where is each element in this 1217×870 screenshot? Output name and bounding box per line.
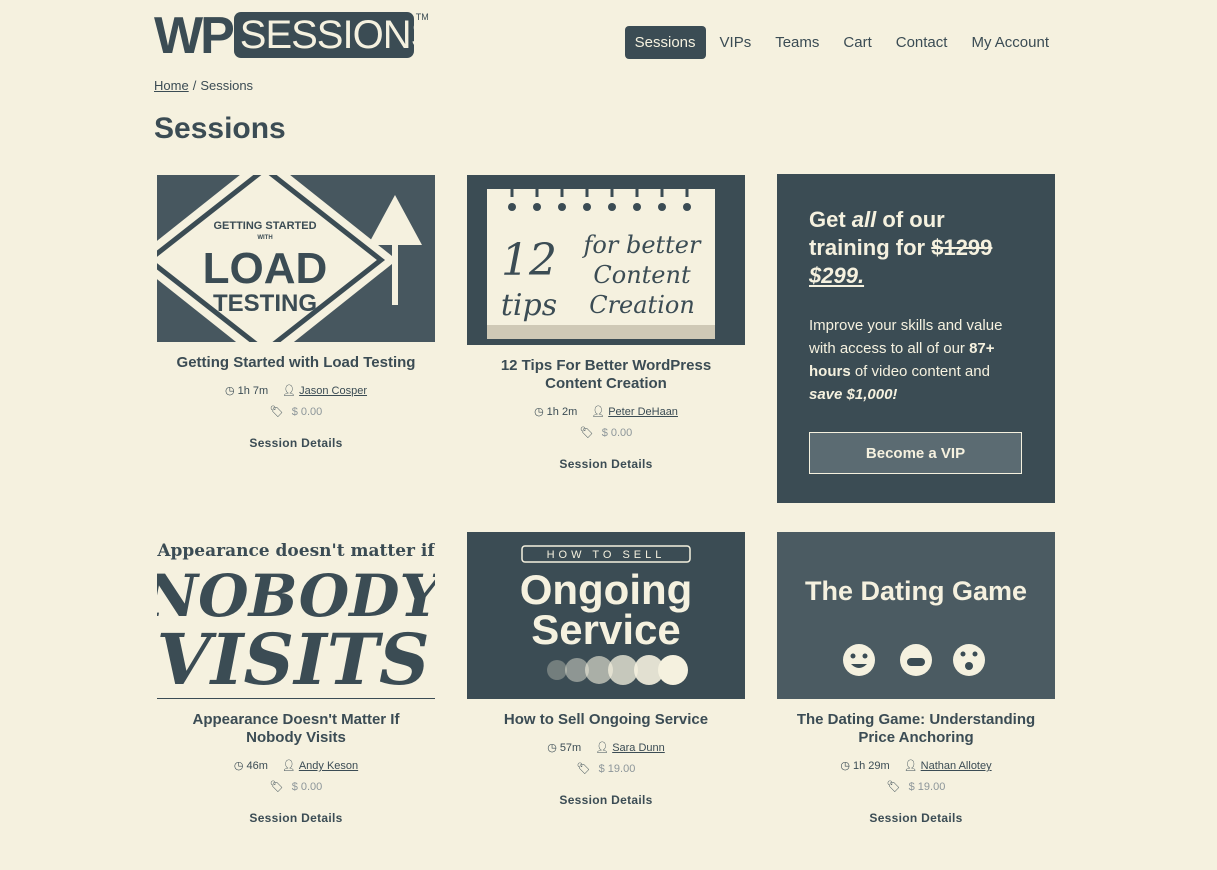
nav-teams[interactable]: Teams xyxy=(763,26,831,59)
session-card-content-creation: 12 tips for better Content Creation 12 T… xyxy=(467,175,745,473)
person-icon: 👤︎ xyxy=(903,760,918,772)
session-duration: 1h 29m xyxy=(853,760,890,772)
thumb-line: LOAD xyxy=(203,244,328,293)
session-details-link[interactable]: Session Details xyxy=(249,436,342,450)
nav-contact[interactable]: Contact xyxy=(884,26,960,59)
thumb-line: Content xyxy=(593,261,691,289)
session-duration: 46m xyxy=(246,760,268,772)
main-nav: Sessions VIPs Teams Cart Contact My Acco… xyxy=(624,26,1061,59)
logo-trademark: TM xyxy=(415,12,429,22)
session-meta: ◷ 1h 7m 👤︎ Jason Cosper xyxy=(157,384,435,397)
session-author[interactable]: Jason Cosper xyxy=(299,385,367,397)
thumb-line: VISITS xyxy=(157,618,430,699)
session-title[interactable]: How to Sell Ongoing Service xyxy=(467,711,745,729)
session-price: $ 19.00 xyxy=(908,781,946,793)
session-card-ongoing-service: HOW TO SELL Ongoing Service How to Sell … xyxy=(467,532,745,809)
clock-icon: ◷ xyxy=(233,760,244,772)
tag-icon: 🏷︎ xyxy=(886,781,901,793)
promo-old-price: $1299 xyxy=(931,235,993,260)
logo-wp: WP xyxy=(154,7,235,65)
session-price: $ 19.00 xyxy=(598,763,636,775)
session-price: $ 0.00 xyxy=(601,427,633,439)
thumb-line: 12 xyxy=(501,235,557,286)
person-icon: 👤︎ xyxy=(282,385,297,397)
session-card-nobody-visits: Appearance doesn't matter if NOBODY VISI… xyxy=(157,532,435,827)
session-title[interactable]: The Dating Game: Understanding Price Anc… xyxy=(777,711,1055,747)
session-details-link[interactable]: Session Details xyxy=(869,811,962,825)
load-testing-sign-illustration: GETTING STARTED WITH LOAD TESTING xyxy=(157,175,435,342)
session-duration: 1h 7m xyxy=(237,385,269,397)
dating-game-illustration: The Dating Game xyxy=(777,532,1055,699)
thumb-line: WITH xyxy=(257,235,272,241)
thumb-line: for better xyxy=(582,231,702,259)
clock-icon: ◷ xyxy=(547,742,557,754)
nav-cart[interactable]: Cart xyxy=(831,26,883,59)
thumb-line: Appearance doesn't matter if xyxy=(157,541,435,561)
thumb-line: GETTING STARTED xyxy=(213,220,316,232)
session-meta: ◷ 1h 29m 👤︎ Nathan Allotey xyxy=(777,759,1055,772)
session-thumbnail[interactable]: HOW TO SELL Ongoing Service xyxy=(467,532,745,699)
session-thumbnail[interactable]: 12 tips for better Content Creation xyxy=(467,175,745,345)
session-price: $ 0.00 xyxy=(291,406,323,418)
person-icon: 👤︎ xyxy=(281,760,296,772)
promo-body: Improve your skills and value with acces… xyxy=(809,317,1003,403)
logo-sessions: SESSIONS xyxy=(233,12,437,58)
session-details-link[interactable]: Session Details xyxy=(249,811,342,825)
notepad-illustration: 12 tips for better Content Creation xyxy=(467,175,745,345)
nobody-visits-illustration: Appearance doesn't matter if NOBODY VISI… xyxy=(157,532,435,699)
thumb-line: HOW TO SELL xyxy=(547,549,666,561)
nav-sessions[interactable]: Sessions xyxy=(624,26,706,59)
session-details-link[interactable]: Session Details xyxy=(559,457,652,471)
become-vip-button[interactable]: Become a VIP xyxy=(809,432,1022,474)
session-title[interactable]: 12 Tips For Better WordPress Content Cre… xyxy=(467,357,745,393)
session-duration: 57m xyxy=(559,742,582,754)
person-icon: 👤︎ xyxy=(595,742,610,754)
session-author[interactable]: Nathan Allotey xyxy=(921,760,992,772)
session-meta: ◷ 46m 👤︎ Andy Keson xyxy=(157,759,435,772)
session-card-load-testing: GETTING STARTED WITH LOAD TESTING Gettin… xyxy=(157,175,435,452)
thumb-line: TESTING xyxy=(213,290,317,317)
session-thumbnail[interactable]: GETTING STARTED WITH LOAD TESTING xyxy=(157,175,435,342)
thumb-line: Creation xyxy=(589,291,695,319)
clock-icon: ◷ xyxy=(534,406,544,418)
breadcrumb-separator: / xyxy=(192,78,197,93)
nav-vips[interactable]: VIPs xyxy=(708,26,764,59)
session-duration: 1h 2m xyxy=(546,406,578,418)
session-title[interactable]: Getting Started with Load Testing xyxy=(157,354,435,372)
tag-icon: 🏷︎ xyxy=(579,427,594,439)
session-thumbnail[interactable]: The Dating Game xyxy=(777,532,1055,699)
thumb-line: The Dating Game xyxy=(805,576,1027,606)
promo-new-price: $299. xyxy=(809,263,865,288)
clock-icon: ◷ xyxy=(224,385,235,397)
session-meta: ◷ 57m 👤︎ Sara Dunn xyxy=(467,741,745,754)
ongoing-service-illustration: HOW TO SELL Ongoing Service xyxy=(467,532,745,699)
promo-headline: Get all of our training for $1299 $299. xyxy=(809,207,993,288)
page-title: Sessions xyxy=(154,112,286,145)
breadcrumb: Home / Sessions xyxy=(154,78,253,93)
session-author[interactable]: Peter DeHaan xyxy=(608,406,678,418)
breadcrumb-current: Sessions xyxy=(200,78,254,93)
session-author[interactable]: Andy Keson xyxy=(299,760,358,772)
vip-promo-box: Get all of our training for $1299 $299. … xyxy=(777,174,1055,503)
breadcrumb-home[interactable]: Home xyxy=(154,78,189,93)
session-thumbnail[interactable]: Appearance doesn't matter if NOBODY VISI… xyxy=(157,532,435,699)
session-author[interactable]: Sara Dunn xyxy=(612,742,665,754)
site-logo[interactable]: WP SESSIONS TM xyxy=(154,7,437,65)
session-details-link[interactable]: Session Details xyxy=(559,793,652,807)
session-card-dating-game: The Dating Game The Dating Game: Underst… xyxy=(777,532,1055,827)
clock-icon: ◷ xyxy=(840,760,850,772)
person-icon: 👤︎ xyxy=(591,406,606,418)
session-title[interactable]: Appearance Doesn't Matter If Nobody Visi… xyxy=(157,711,435,747)
tag-icon: 🏷︎ xyxy=(576,763,591,775)
tag-icon: 🏷︎ xyxy=(269,406,284,418)
thumb-line: Service xyxy=(531,606,680,653)
tag-icon: 🏷︎ xyxy=(269,781,284,793)
session-price: $ 0.00 xyxy=(291,781,323,793)
thumb-line: tips xyxy=(501,288,557,323)
nav-my-account[interactable]: My Account xyxy=(959,26,1061,59)
session-meta: ◷ 1h 2m 👤︎ Peter DeHaan xyxy=(467,405,745,418)
